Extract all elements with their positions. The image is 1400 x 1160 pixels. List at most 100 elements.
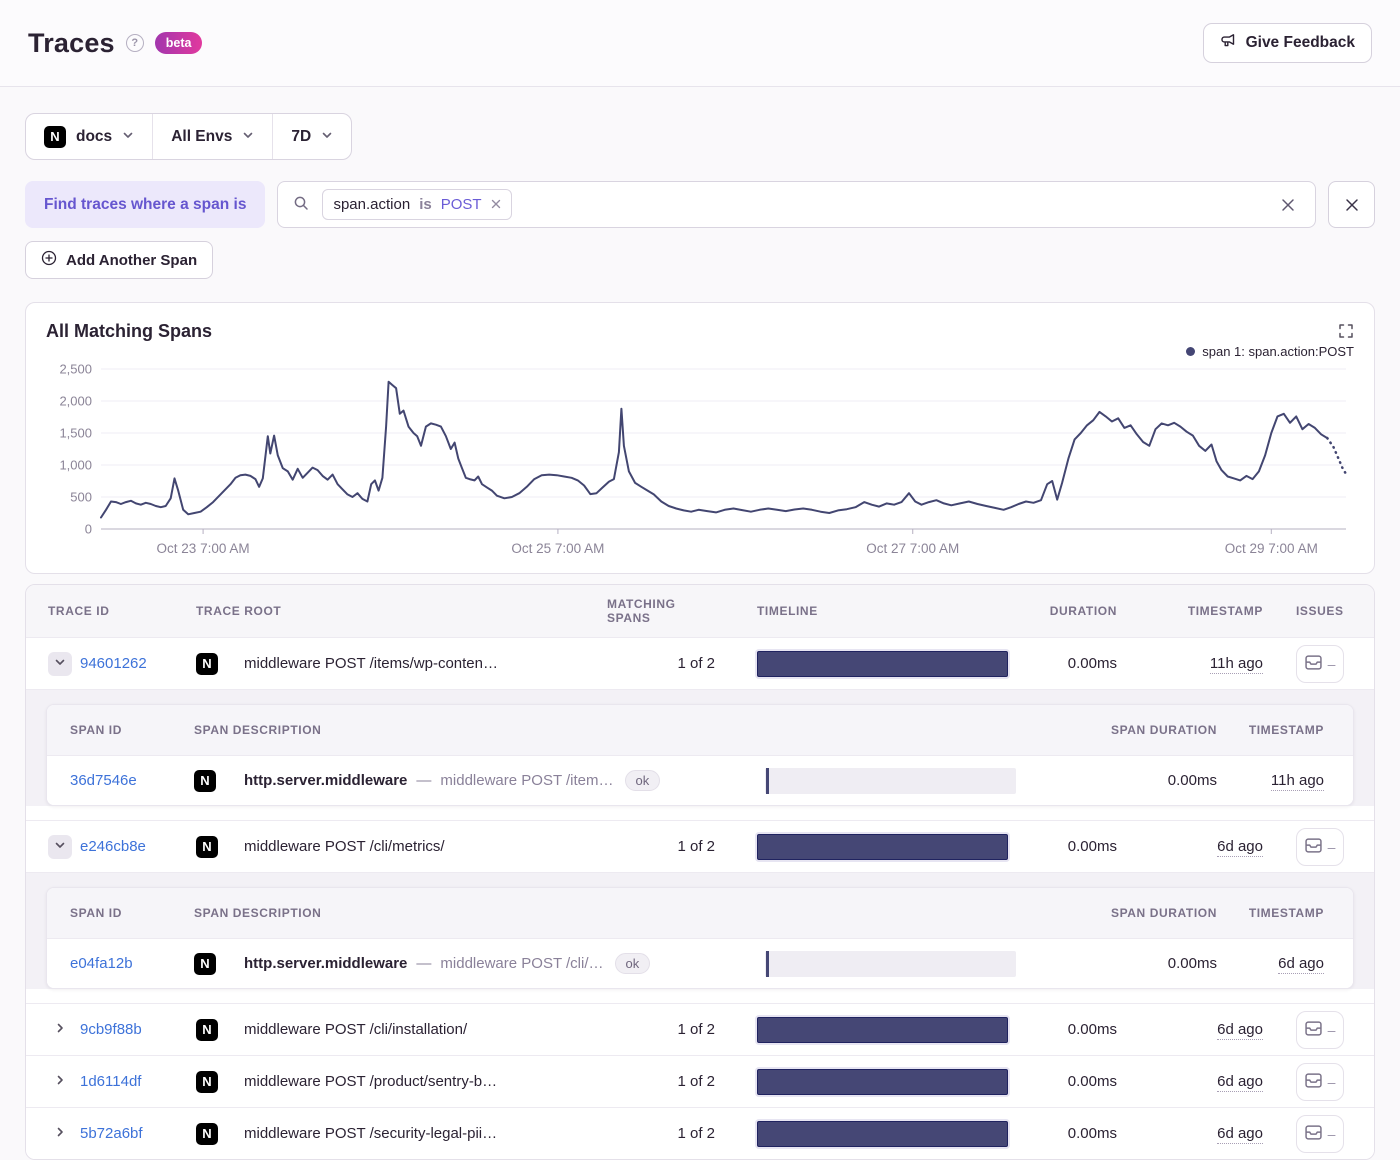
- timestamp-value[interactable]: 11h ago: [1270, 772, 1324, 791]
- environment-filter[interactable]: All Envs: [152, 114, 272, 159]
- timestamp-cell: 6d ago: [1217, 838, 1263, 857]
- trace-timeline-bar: [757, 833, 1008, 860]
- chart-legend: span 1: span.action:POST: [46, 344, 1354, 359]
- time-period-filter[interactable]: 7D: [272, 114, 351, 159]
- chart-title: All Matching Spans: [46, 321, 213, 341]
- give-feedback-button[interactable]: Give Feedback: [1202, 23, 1372, 63]
- trace-id-link[interactable]: e246cb8e: [80, 838, 196, 855]
- duration-value: 0.00ms: [1067, 1125, 1117, 1142]
- traces-table: TRACE ID TRACE ROOT MATCHING SPANS TIMEL…: [25, 584, 1375, 1160]
- timeline-cell: [757, 1068, 1008, 1095]
- span-subtable-header: SPAN ID SPAN DESCRIPTION SPAN DURATION TIME…: [47, 705, 1353, 755]
- all-matching-spans-panel: All Matching Spans span 1: span.action:P…: [25, 302, 1375, 574]
- col-timeline: TIMELINE: [757, 604, 818, 618]
- col-span-description: SPAN DESCRIPTION: [194, 723, 322, 737]
- col-span-duration: SPAN DURATION: [1110, 906, 1217, 920]
- col-trace-root: TRACE ROOT: [196, 604, 282, 618]
- span-search-row: Find traces where a span is span.action …: [25, 181, 1375, 228]
- add-another-span-button[interactable]: Add Another Span: [25, 241, 214, 279]
- span-status-badge: ok: [614, 953, 651, 974]
- span-operation: http.server.middleware: [244, 955, 408, 972]
- environment-filter-label: All Envs: [171, 127, 233, 145]
- time-period-label: 7D: [291, 127, 312, 145]
- issues-button[interactable]: –: [1296, 1010, 1344, 1049]
- issues-inbox-icon: [1304, 654, 1322, 673]
- duration-value: 0.00ms: [1067, 1021, 1117, 1038]
- legend-label: span 1: span.action:POST: [1202, 344, 1354, 359]
- trace-id-link[interactable]: 94601262: [80, 655, 196, 672]
- megaphone-icon: [1220, 33, 1237, 54]
- fullscreen-icon[interactable]: [1334, 319, 1358, 346]
- svg-text:Oct 25 7:00 AM: Oct 25 7:00 AM: [511, 541, 604, 556]
- give-feedback-label: Give Feedback: [1245, 34, 1355, 51]
- span-search-input[interactable]: span.action is POST: [277, 181, 1316, 228]
- plus-circle-icon: [41, 250, 57, 270]
- span-description: middleware POST /cli/…: [440, 955, 604, 972]
- chevron-down-icon: [54, 839, 66, 854]
- expand-chevron-button[interactable]: [48, 1122, 72, 1146]
- remove-token-icon[interactable]: [491, 196, 501, 213]
- span-description-cell: http.server.middleware — middleware POST /…: [244, 770, 765, 791]
- expand-chevron-button[interactable]: [48, 1018, 72, 1042]
- page-title: Traces: [28, 27, 115, 58]
- span-description: middleware POST /item…: [440, 772, 614, 789]
- spans-line-chart[interactable]: 0 500 1,000 1,500 2,000 2,500 Oct 23 7:00 AM Oc…: [46, 361, 1354, 561]
- issues-button[interactable]: –: [1296, 827, 1344, 866]
- span-row: 36d7546e Nhttp.server.middleware — middlewa…: [47, 755, 1353, 805]
- svg-text:1,000: 1,000: [59, 458, 92, 473]
- trace-root: middleware POST /cli/installation/: [244, 1021, 468, 1038]
- no-issues-dash: –: [1327, 655, 1336, 672]
- filter-token-value: POST: [440, 196, 482, 213]
- issues-inbox-icon: [1304, 1072, 1322, 1091]
- nextjs-project-icon: N: [196, 1070, 218, 1093]
- span-subtable-section: SPAN ID SPAN DESCRIPTION SPAN DURATION TIME…: [26, 872, 1374, 989]
- nextjs-project-icon: N: [44, 125, 66, 148]
- add-another-span-label: Add Another Span: [66, 251, 198, 269]
- legend-dot: [1186, 347, 1196, 356]
- chevron-right-icon: [54, 1022, 66, 1037]
- project-filter[interactable]: N docs: [26, 114, 152, 159]
- timestamp-value[interactable]: 6d ago: [1278, 955, 1324, 974]
- issues-button[interactable]: –: [1296, 1062, 1344, 1101]
- span-id-link[interactable]: e04fa12b: [70, 955, 194, 972]
- timestamp-value[interactable]: 11h ago: [1209, 655, 1263, 674]
- timeline-cell: [757, 1016, 1008, 1043]
- trace-row: e246cb8e Nmiddleware POST /cli/metrics/1 …: [26, 820, 1374, 872]
- timestamp-value[interactable]: 6d ago: [1217, 1073, 1263, 1092]
- trace-timeline-bar: [757, 650, 1008, 677]
- expand-chevron-button[interactable]: [48, 1070, 72, 1094]
- span-timeline-cell: [765, 950, 1016, 977]
- span-timestamp-cell: 6d ago: [1278, 955, 1324, 974]
- svg-text:1,500: 1,500: [59, 426, 92, 441]
- collapse-chevron-button[interactable]: [48, 651, 72, 676]
- issues-inbox-icon: [1304, 1124, 1322, 1143]
- top-bar: Traces ? beta Give Feedback: [0, 0, 1400, 87]
- col-matching-spans: MATCHING SPANS: [607, 597, 676, 625]
- trace-id-link[interactable]: 5b72a6bf: [80, 1125, 196, 1142]
- span-description-cell: http.server.middleware — middleware POST /…: [244, 953, 765, 974]
- span-id-link[interactable]: 36d7546e: [70, 772, 194, 789]
- timestamp-value[interactable]: 6d ago: [1217, 838, 1263, 857]
- trace-row: 9cb9f88b Nmiddleware POST /cli/installati…: [26, 1003, 1374, 1055]
- collapse-chevron-button[interactable]: [48, 834, 72, 859]
- span-timeline-bar: [765, 767, 1016, 794]
- timestamp-value[interactable]: 6d ago: [1217, 1021, 1263, 1040]
- matching-spans-count: 1 of 2: [677, 838, 715, 855]
- help-icon[interactable]: ?: [125, 34, 144, 52]
- filter-token-key: span.action: [333, 196, 411, 213]
- remove-span-row-button[interactable]: [1328, 181, 1375, 228]
- issues-button[interactable]: –: [1296, 1114, 1344, 1153]
- filter-token[interactable]: span.action is POST: [322, 189, 512, 220]
- no-issues-dash: –: [1327, 1021, 1336, 1038]
- issues-button[interactable]: –: [1296, 644, 1344, 683]
- clear-search-button[interactable]: [1276, 193, 1300, 217]
- span-timeline-bar: [765, 950, 1016, 977]
- timeline-cell: [757, 1120, 1008, 1147]
- trace-id-link[interactable]: 1d6114df: [80, 1073, 196, 1090]
- trace-id-link[interactable]: 9cb9f88b: [80, 1021, 196, 1038]
- timestamp-value[interactable]: 6d ago: [1217, 1125, 1263, 1144]
- nextjs-project-icon: N: [196, 835, 218, 858]
- no-issues-dash: –: [1327, 1125, 1336, 1142]
- find-traces-label[interactable]: Find traces where a span is: [25, 181, 266, 228]
- timestamp-cell: 6d ago: [1217, 1021, 1263, 1040]
